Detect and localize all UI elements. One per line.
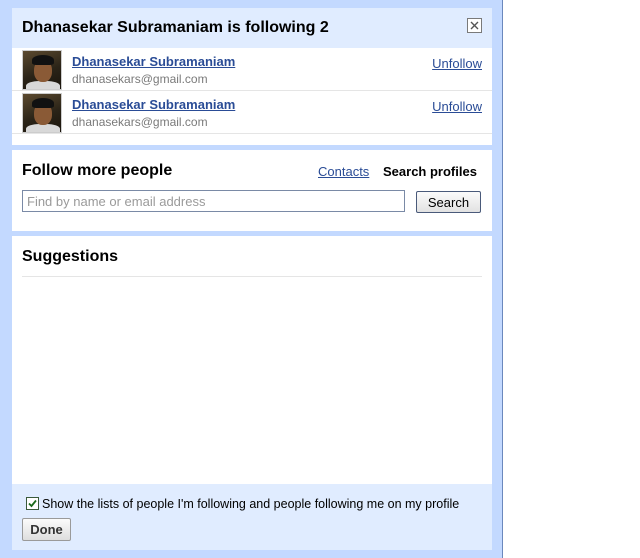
person-email: dhanasekars@gmail.com [72, 72, 208, 86]
done-button[interactable]: Done [22, 518, 71, 541]
avatar [22, 93, 62, 133]
list-item: Dhanasekar Subramaniam dhanasekars@gmail… [12, 48, 492, 91]
show-lists-checkbox[interactable] [26, 497, 39, 510]
checkbox-label: Show the lists of people I'm following a… [42, 497, 460, 511]
dialog-title: Dhanasekar Subramaniam is following 2 [22, 19, 329, 36]
person-email: dhanasekars@gmail.com [72, 115, 208, 129]
tab-contacts[interactable]: Contacts [318, 164, 369, 179]
following-list: Dhanasekar Subramaniam dhanasekars@gmail… [12, 48, 492, 145]
suggestions-section: Suggestions [12, 236, 492, 484]
dialog-footer: Show the lists of people I'm following a… [12, 484, 492, 550]
search-button[interactable]: Search [416, 191, 481, 213]
unfollow-link[interactable]: Unfollow [432, 99, 482, 114]
unfollow-link[interactable]: Unfollow [432, 56, 482, 71]
avatar [22, 50, 62, 90]
section-title: Follow more people [22, 162, 173, 179]
close-icon [470, 21, 479, 30]
close-button[interactable] [467, 18, 482, 33]
follow-dialog: Dhanasekar Subramaniam is following 2 Dh… [0, 0, 503, 558]
person-name-link[interactable]: Dhanasekar Subramaniam [72, 54, 235, 69]
section-title: Suggestions [22, 248, 119, 265]
search-input[interactable] [22, 190, 405, 212]
tab-search-profiles[interactable]: Search profiles [383, 164, 477, 179]
divider [22, 276, 482, 277]
person-name-link[interactable]: Dhanasekar Subramaniam [72, 97, 235, 112]
follow-more-section: Follow more people Contacts Search profi… [12, 150, 492, 231]
dialog-title-bar: Dhanasekar Subramaniam is following 2 [12, 8, 492, 48]
list-item: Dhanasekar Subramaniam dhanasekars@gmail… [12, 91, 492, 134]
checkmark-icon [28, 499, 37, 508]
